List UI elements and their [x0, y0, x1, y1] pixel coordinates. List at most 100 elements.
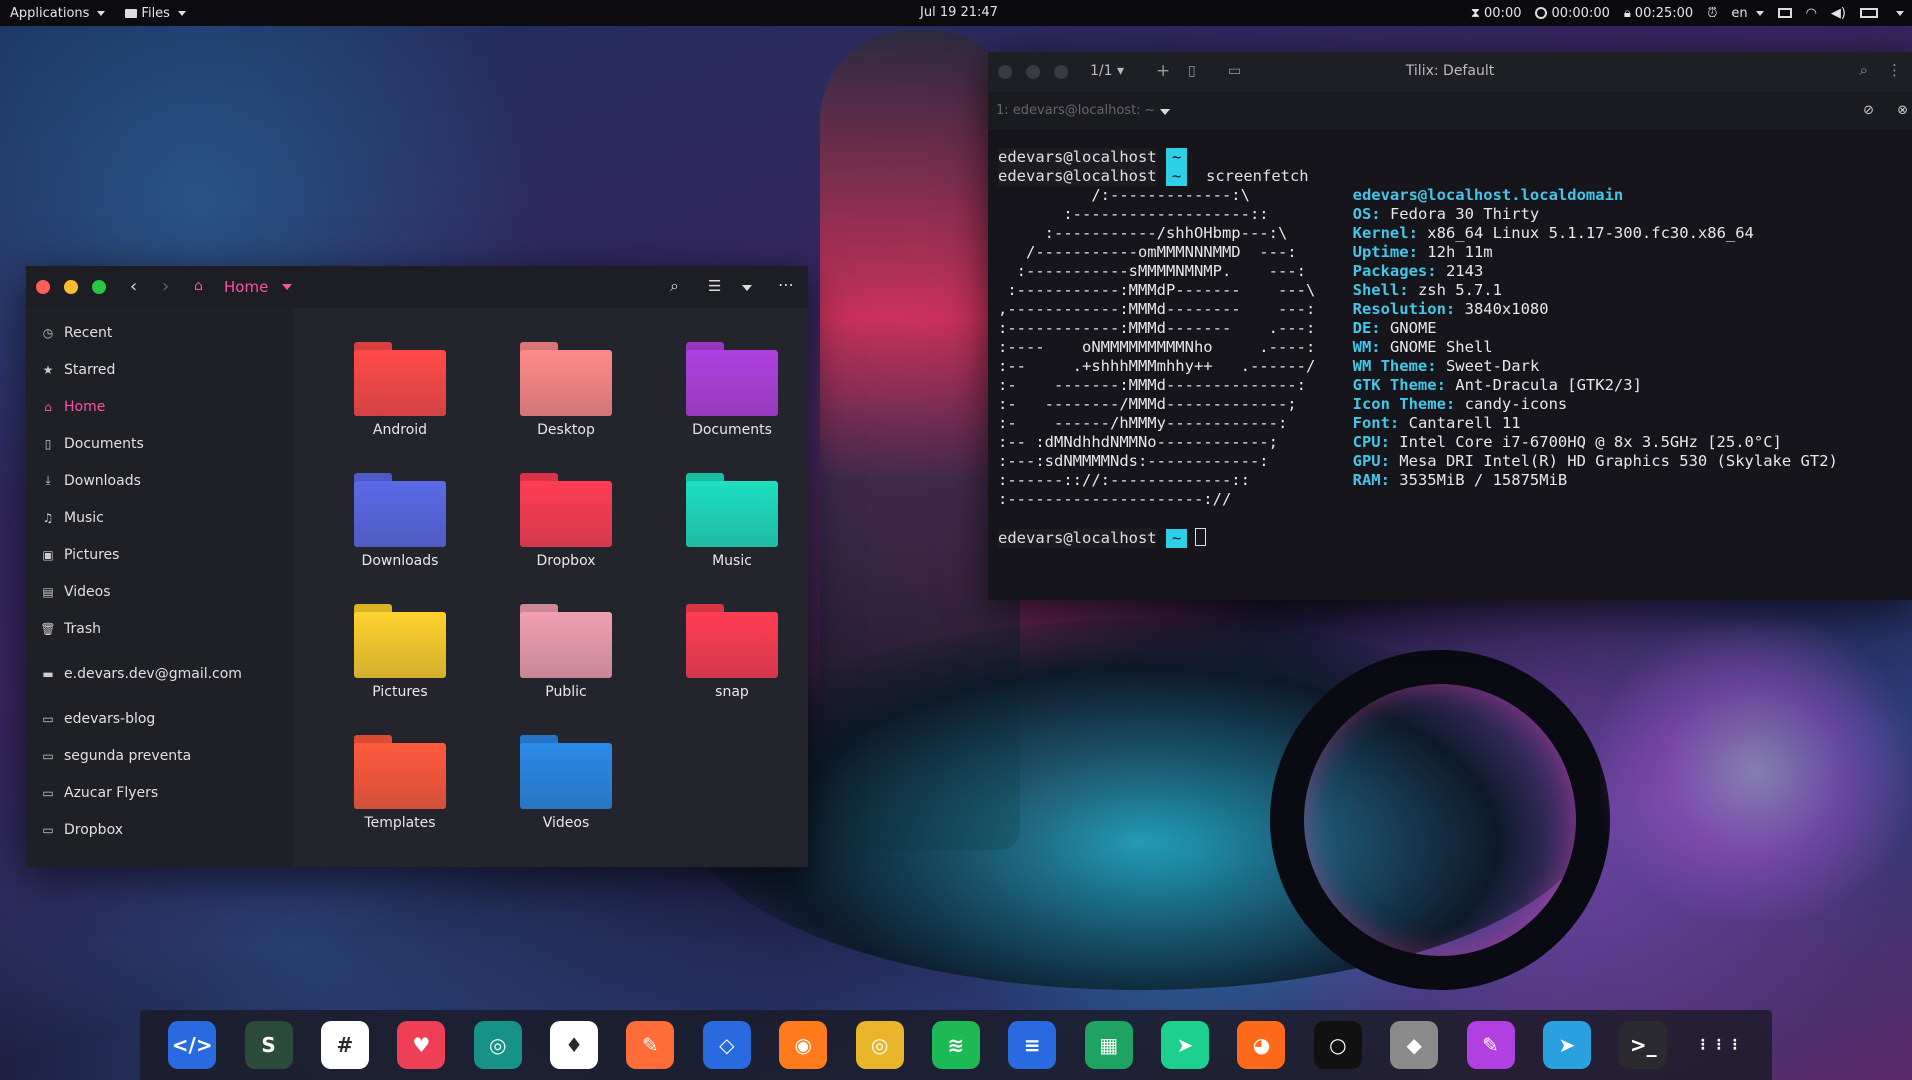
sidebar-item-bookmark[interactable]: ▭ edevars-blog [26, 700, 294, 737]
folder-item[interactable]: Dropbox [496, 473, 636, 569]
dock-app-app-grid[interactable]: ⋮⋮⋮ [1696, 1021, 1744, 1069]
sidebar-item-home[interactable]: ⌂ Home [26, 388, 294, 425]
menu-icon[interactable]: ⋮ [1887, 61, 1902, 79]
maximize-terminal-icon[interactable]: ⊘ [1863, 103, 1874, 118]
minimize-button[interactable] [64, 280, 78, 294]
search-icon[interactable]: ⌕ [1860, 61, 1868, 79]
screenfetch-line: :-- :dMNdhhdNMMNo------------; CPU: Inte… [998, 433, 1902, 452]
screenfetch-line: :-----------/shhOHbmp---:\ Kernel: x86_6… [998, 224, 1902, 243]
sidebar-item-videos[interactable]: ▤ Videos [26, 573, 294, 610]
forward-button[interactable]: › [162, 276, 169, 297]
applications-menu[interactable]: Applications [0, 0, 115, 26]
folder-item[interactable]: Public [496, 604, 636, 700]
search-icon[interactable]: ⌕ [670, 276, 679, 296]
info-key: GPU: [1352, 452, 1390, 470]
dock-app-files[interactable]: </> [168, 1021, 217, 1069]
hourglass-timer[interactable]: ⧗ 00:00 [1471, 6, 1522, 21]
info-key: Uptime: [1352, 243, 1418, 261]
view-options-dropdown[interactable] [742, 285, 752, 291]
ascii-logo-line: :------------:MMMd------- .---: [998, 319, 1353, 337]
sidebar-item-account[interactable]: ▬ e.devars.dev@gmail.com [26, 655, 294, 692]
close-terminal-icon[interactable]: ⊗ [1897, 103, 1908, 118]
stopwatch[interactable]: 00:00:00 [1535, 6, 1610, 21]
dock-app-telegram[interactable]: ➤ [1542, 1021, 1591, 1069]
list-view-icon[interactable]: ☰ [708, 277, 721, 295]
info-key: Font: [1352, 414, 1400, 432]
ascii-logo-line: :-----------sMMMMNMNMP. ---: [998, 262, 1353, 280]
ascii-logo-line: :-----------:MMMdP------- ---\ [998, 281, 1353, 299]
dock-app-slack[interactable]: # [320, 1021, 369, 1069]
dock-app-docs[interactable]: ≡ [1008, 1021, 1057, 1069]
tab-dropdown-icon[interactable] [1160, 109, 1170, 115]
dock-app-sublime[interactable]: S [244, 1021, 293, 1069]
power-menu[interactable] [1892, 10, 1904, 16]
back-button[interactable]: ‹ [130, 276, 137, 297]
folder-item[interactable]: Downloads [330, 473, 470, 569]
dock-app-gimp[interactable]: ◕ [1237, 1021, 1286, 1069]
dock-app-chrome[interactable]: ◎ [855, 1021, 904, 1069]
maximize-button[interactable] [92, 280, 106, 294]
battery-icon[interactable] [1860, 8, 1878, 18]
chevron-down-icon [177, 10, 186, 16]
timer1-label: 00:00 [1484, 5, 1522, 21]
info-value: x86_64 Linux 5.1.17-300.fc30.x86_64 [1427, 224, 1754, 242]
folder-icon: ▭ [42, 711, 54, 726]
folder-item[interactable]: Desktop [496, 342, 636, 438]
trash-icon: 🗑︎ [40, 621, 56, 636]
ascii-logo-line: /-----------omMMMNNNMMD ---: [998, 243, 1353, 261]
folder-icon [520, 604, 612, 678]
dock-app-terminal[interactable]: >_ [1619, 1021, 1668, 1069]
dock-app-migrate[interactable]: ➤ [1161, 1021, 1210, 1069]
sidebar-item-music[interactable]: ♫ Music [26, 499, 294, 536]
prompt-user: edevars@localhost [998, 167, 1157, 186]
folder-item[interactable]: Pictures [330, 604, 470, 700]
wifi-icon[interactable]: ◠ [1806, 6, 1817, 21]
clock[interactable]: Jul 19 21:47 [920, 5, 998, 20]
location-dropdown[interactable] [282, 284, 292, 290]
dock-app-sheets[interactable]: ▦ [1084, 1021, 1133, 1069]
menu-icon[interactable]: ⋯ [778, 275, 794, 294]
sidebar-item-pictures[interactable]: ▣ Pictures [26, 536, 294, 573]
pomodoro-timer[interactable]: 🔒︎ 00:25:00 [1624, 6, 1693, 21]
location-button[interactable]: Home [224, 278, 268, 296]
sidebar-item-downloads[interactable]: ⤓ Downloads [26, 462, 294, 499]
sidebar-item-starred[interactable]: ★ Starred [26, 351, 294, 388]
folder-item[interactable]: Videos [496, 735, 636, 831]
alarm-icon[interactable]: ⏰︎ [1707, 6, 1717, 21]
dock-app-mongodb[interactable]: ♦ [550, 1021, 599, 1069]
star-icon: ★ [42, 362, 54, 377]
sidebar-item-documents[interactable]: ▯ Documents [26, 425, 294, 462]
file-manager-window: ‹ › ⌂ Home ⌕ ☰ ⋯ ◷ Recent ★ Starred ⌂ Home … [26, 266, 808, 867]
dock-app-firefox[interactable]: ◉ [779, 1021, 828, 1069]
sidebar-item-recent[interactable]: ◷ Recent [26, 314, 294, 351]
dock-app-paint[interactable]: ✎ [1466, 1021, 1515, 1069]
files-menu[interactable]: Files [115, 0, 196, 26]
dock-app-spotify[interactable]: ≋ [931, 1021, 980, 1069]
info-value: Intel Core i7-6700HQ @ 8x 3.5GHz [25.0°C… [1399, 433, 1782, 451]
screenfetch-line: :-------------------:: OS: Fedora 30 Thi… [998, 205, 1902, 224]
sidebar-item-bookmark[interactable]: ▭ Azucar Flyers [26, 774, 294, 811]
close-button[interactable] [36, 280, 50, 294]
folder-item[interactable]: snap [662, 604, 802, 700]
sidebar-item-bookmark[interactable]: ▭ Dropbox [26, 811, 294, 848]
screenfetch-line: :------:://:-------------:: RAM: 3535MiB… [998, 471, 1902, 490]
folder-item[interactable]: Music [662, 473, 802, 569]
folder-item[interactable]: Documents [662, 342, 802, 438]
folder-item[interactable]: Templates [330, 735, 470, 831]
display-icon[interactable] [1777, 8, 1792, 18]
dock-app-gitkraken[interactable]: ◎ [473, 1021, 522, 1069]
info-value: GNOME Shell [1389, 338, 1493, 356]
dock-app-circle[interactable]: ○ [1313, 1021, 1362, 1069]
sidebar-item-trash[interactable]: 🗑︎ Trash [26, 610, 294, 647]
terminal-output[interactable]: edevars@localhost ~ edevars@localhost ~ s… [988, 140, 1912, 600]
volume-icon[interactable]: ◀) [1831, 6, 1846, 21]
dock-app-vscode[interactable]: ◇ [702, 1021, 751, 1069]
dock-app-postman[interactable]: ✎ [626, 1021, 675, 1069]
sidebar-item-bookmark[interactable]: ▭ segunda preventa [26, 737, 294, 774]
language-menu[interactable]: en [1731, 6, 1764, 21]
info-key: Resolution: [1352, 300, 1456, 318]
dock-app-pocket[interactable]: ♥ [397, 1021, 446, 1069]
dock-app-inkscape[interactable]: ◆ [1390, 1021, 1439, 1069]
terminal-tab[interactable]: 1: edevars@localhost: ~ ⊘ ⊗ [988, 92, 1912, 130]
folder-item[interactable]: Android [330, 342, 470, 438]
